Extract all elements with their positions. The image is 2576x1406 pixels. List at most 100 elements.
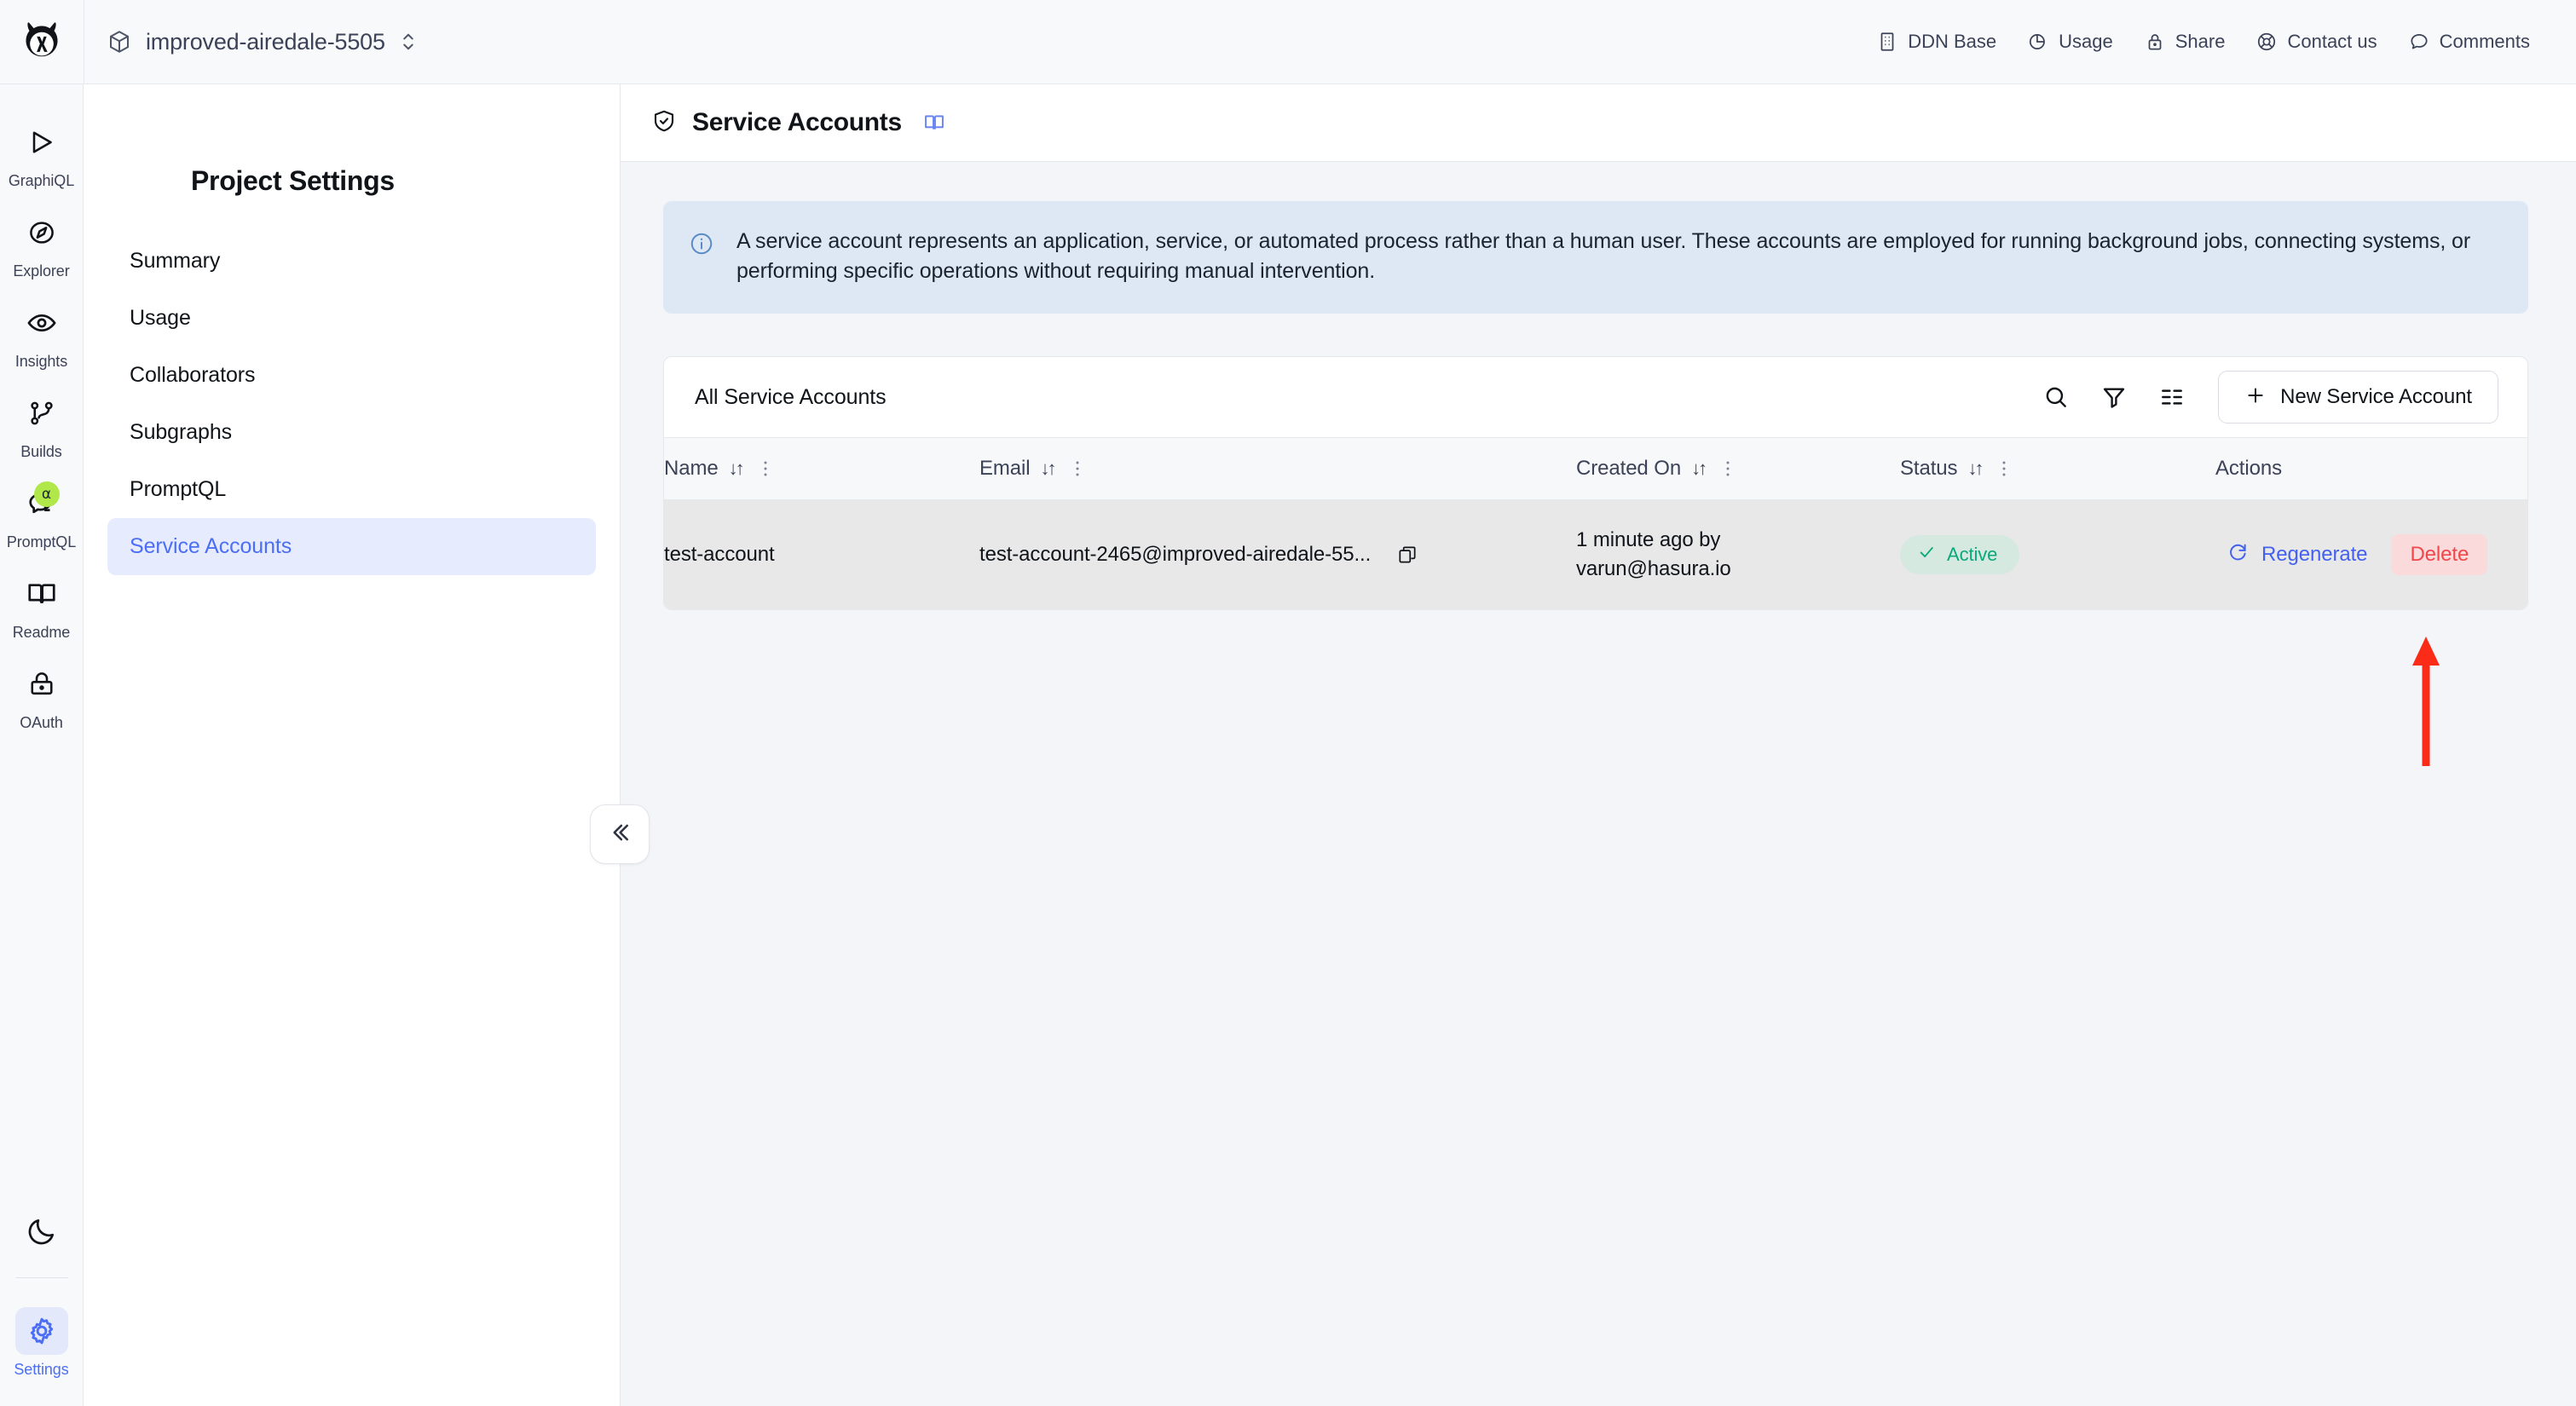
sidebar-item-insights[interactable]: Insights xyxy=(0,289,84,379)
column-label: Created On xyxy=(1576,457,1682,480)
double-chevron-left-icon xyxy=(607,820,632,850)
chevron-up-down-icon[interactable] xyxy=(399,31,418,53)
column-header-status[interactable]: Status ↓↑ xyxy=(1900,438,2215,500)
project-selector[interactable]: improved-airedale-5505 xyxy=(84,0,440,84)
gear-icon xyxy=(14,1307,68,1355)
email-text: test-account-2465@improved-airedale-55..… xyxy=(979,543,1372,567)
topnav-label: DDN Base xyxy=(1908,31,1997,52)
plus-icon xyxy=(2244,384,2267,411)
status-badge: Active xyxy=(1900,535,2020,575)
icon-rail: GraphiQL Explorer Insights Builds α Prom… xyxy=(0,84,84,1406)
topnav-item-share[interactable]: Share xyxy=(2128,22,2241,61)
speech-bubble-icon xyxy=(2408,31,2430,53)
lock-icon xyxy=(2144,31,2166,53)
page-heading: Service Accounts xyxy=(692,108,902,136)
column-header-created-on[interactable]: Created On ↓↑ xyxy=(1576,438,1900,500)
main-scroll-area: A service account represents an applicat… xyxy=(621,162,2576,1406)
column-menu-icon[interactable] xyxy=(1065,458,1090,480)
rail-bottom: Settings xyxy=(0,1197,84,1406)
collapse-panel-button[interactable] xyxy=(590,804,650,864)
topnav-item-usage[interactable]: Usage xyxy=(2012,22,2128,61)
sidebar-item-oauth[interactable]: OAuth xyxy=(0,650,84,740)
settings-nav-list: Summary Usage Collaborators Subgraphs Pr… xyxy=(84,233,620,575)
column-label: Name xyxy=(664,457,719,480)
eye-icon xyxy=(15,299,68,347)
topnav-item-ddn-base[interactable]: DDN Base xyxy=(1861,22,2012,61)
refresh-icon xyxy=(2227,541,2249,568)
body-row: GraphiQL Explorer Insights Builds α Prom… xyxy=(0,84,2576,1406)
table-head: Name ↓↑ Email ↓↑ Created On ↓↑ Status ↓↑… xyxy=(664,437,2527,500)
topnav-label: Share xyxy=(2175,31,2226,52)
info-circle-icon xyxy=(689,227,714,286)
search-icon[interactable] xyxy=(2030,372,2082,423)
project-name: improved-airedale-5505 xyxy=(146,28,385,55)
sidebar-item-explorer[interactable]: Explorer xyxy=(0,199,84,289)
sort-toggle-icon[interactable]: ↓↑ xyxy=(1041,458,1057,480)
column-label: Status xyxy=(1900,457,1958,480)
settings-nav-item-subgraphs[interactable]: Subgraphs xyxy=(107,404,596,461)
sidebar-item-readme[interactable]: Readme xyxy=(0,560,84,650)
list-settings-icon[interactable] xyxy=(2146,372,2198,423)
cell-actions: Regenerate Delete xyxy=(2215,500,2527,610)
topnav-item-contact-us[interactable]: Contact us xyxy=(2240,22,2392,61)
regenerate-label: Regenerate xyxy=(2261,543,2368,567)
rail-divider xyxy=(14,1277,68,1278)
pie-chart-icon xyxy=(2027,31,2049,53)
sidebar-label: Readme xyxy=(12,624,71,641)
settings-nav-item-service-accounts[interactable]: Service Accounts xyxy=(107,518,596,575)
shield-check-icon xyxy=(651,108,677,138)
column-menu-icon[interactable] xyxy=(1991,458,2017,480)
new-service-account-button[interactable]: New Service Account xyxy=(2218,371,2498,424)
info-banner-text: A service account represents an applicat… xyxy=(736,229,2471,283)
theme-toggle-button[interactable] xyxy=(0,1197,84,1264)
promptql-alpha-badge: α xyxy=(33,481,60,507)
table-title: All Service Accounts xyxy=(695,384,887,409)
settings-nav-item-usage[interactable]: Usage xyxy=(107,290,596,347)
settings-nav-item-promptql[interactable]: PromptQL xyxy=(107,461,596,518)
service-accounts-card: All Service Accounts New Service Account… xyxy=(663,356,2528,611)
padlock-icon xyxy=(15,660,68,708)
lifebuoy-icon xyxy=(2255,31,2278,53)
table-row[interactable]: test-account test-account-2465@improved-… xyxy=(664,499,2527,610)
settings-nav-item-summary[interactable]: Summary xyxy=(107,233,596,290)
page-title: Project Settings xyxy=(191,165,395,196)
hasura-logo-icon[interactable] xyxy=(0,0,84,84)
column-menu-icon[interactable] xyxy=(753,458,778,480)
sort-toggle-icon[interactable]: ↓↑ xyxy=(1691,458,1707,480)
cell-created-on: 1 minute ago by varun@hasura.io xyxy=(1576,500,1900,610)
regenerate-button[interactable]: Regenerate xyxy=(2215,534,2379,575)
status-label: Active xyxy=(1947,544,1998,566)
sort-toggle-icon[interactable]: ↓↑ xyxy=(1967,458,1984,480)
docs-book-icon[interactable] xyxy=(922,111,946,135)
top-nav: DDN Base Usage Share Contact us Comments xyxy=(1861,22,2576,61)
table-body: test-account test-account-2465@improved-… xyxy=(664,499,2527,610)
chat-bubble-icon: α xyxy=(15,480,68,527)
settings-nav-item-collaborators[interactable]: Collaborators xyxy=(107,347,596,404)
sidebar-item-builds[interactable]: Builds xyxy=(0,379,84,470)
column-header-email[interactable]: Email ↓↑ xyxy=(979,438,1576,500)
sidebar-item-settings[interactable]: Settings xyxy=(0,1297,84,1387)
funnel-icon[interactable] xyxy=(2088,372,2140,423)
sort-toggle-icon[interactable]: ↓↑ xyxy=(729,458,745,480)
check-icon xyxy=(1917,543,1936,567)
cube-icon xyxy=(107,29,132,55)
sidebar-item-promptql[interactable]: α PromptQL xyxy=(0,470,84,560)
topnav-item-comments[interactable]: Comments xyxy=(2393,22,2545,61)
app-root: improved-airedale-5505 DDN Base Usage Sh… xyxy=(0,0,2576,1406)
compass-icon xyxy=(15,209,68,256)
delete-button[interactable]: Delete xyxy=(2391,534,2488,576)
column-header-actions: Actions xyxy=(2215,438,2527,500)
book-open-icon xyxy=(15,570,68,618)
git-branch-icon xyxy=(15,389,68,437)
sidebar-label: GraphiQL xyxy=(8,172,75,189)
copy-icon[interactable] xyxy=(1396,544,1418,566)
new-service-account-label: New Service Account xyxy=(2280,385,2472,408)
info-banner: A service account represents an applicat… xyxy=(663,201,2528,314)
column-menu-icon[interactable] xyxy=(1715,458,1741,480)
column-header-name[interactable]: Name ↓↑ xyxy=(664,438,979,500)
table-header-row: Name ↓↑ Email ↓↑ Created On ↓↑ Status ↓↑… xyxy=(664,437,2527,500)
building-icon xyxy=(1876,31,1898,53)
project-settings-panel: Project Settings Summary Usage Collabora… xyxy=(84,84,650,1406)
table-toolbar: All Service Accounts New Service Account xyxy=(664,357,2527,437)
sidebar-item-graphiql[interactable]: GraphiQL xyxy=(0,108,84,199)
